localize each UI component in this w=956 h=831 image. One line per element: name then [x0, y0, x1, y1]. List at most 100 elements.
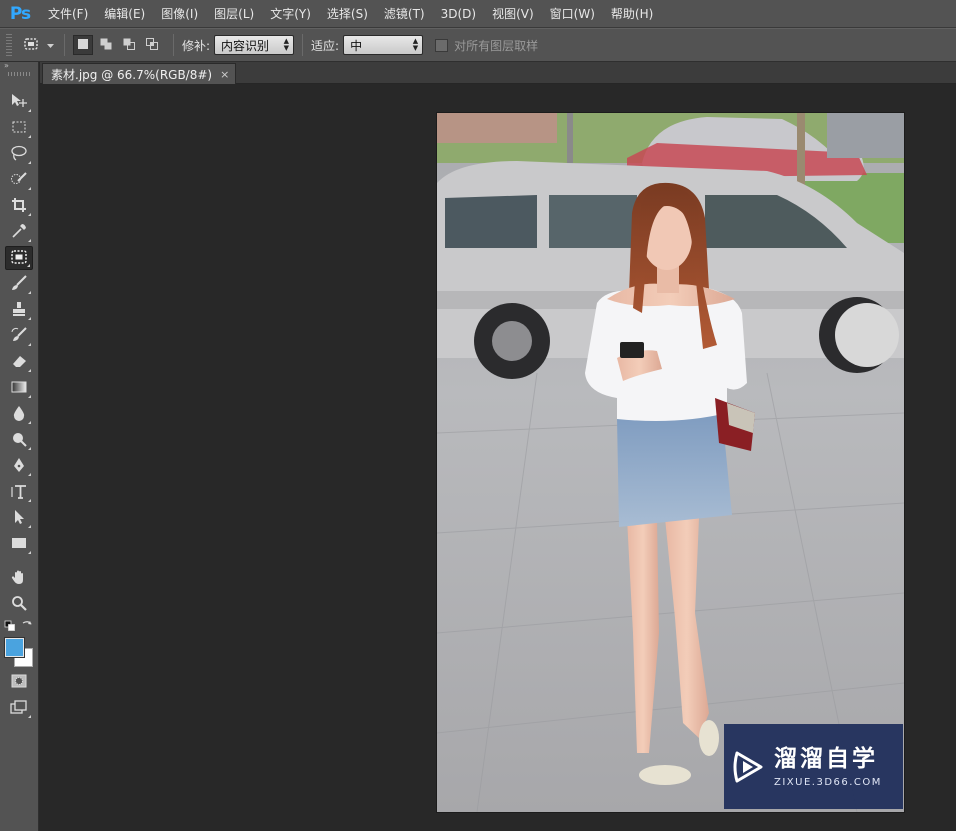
document-image[interactable] — [437, 113, 904, 812]
eraser-tool[interactable] — [5, 350, 33, 374]
path-selection-tool[interactable] — [5, 506, 33, 530]
zoom-tool-icon — [11, 595, 27, 614]
quick-mask-button[interactable] — [5, 670, 33, 694]
blur-tool-icon — [12, 405, 26, 424]
menu-select[interactable]: 选择(S) — [319, 0, 376, 28]
quick-mask-icon — [11, 674, 27, 691]
rectangle-tool-icon — [11, 536, 27, 553]
quick-selection-tool[interactable] — [5, 168, 33, 192]
brush-tool-icon — [11, 274, 27, 294]
pen-tool-icon — [11, 457, 27, 476]
patch-label: 修补: — [182, 38, 211, 53]
watermark-subtitle: ZIXUE.3D66.COM — [774, 777, 882, 788]
intersect-selection-icon — [145, 37, 159, 54]
divider — [302, 34, 304, 56]
gradient-tool-icon — [11, 380, 27, 397]
document-tab[interactable]: 素材.jpg @ 66.7%(RGB/8#) × — [42, 63, 237, 84]
options-bar: 修补: 内容识别 ▲ ▼ 适应: 中 ▲ ▼ 对所有图层取样 — [0, 28, 956, 62]
path-selection-tool-icon — [12, 509, 26, 528]
type-tool[interactable] — [5, 480, 33, 504]
eyedropper-tool-icon — [11, 223, 27, 242]
document-tab-bar: 素材.jpg @ 66.7%(RGB/8#) × — [40, 62, 956, 84]
photo-street-scene — [437, 113, 904, 812]
clone-stamp-tool[interactable] — [5, 298, 33, 322]
history-brush-tool[interactable] — [5, 324, 33, 348]
rectangle-tool[interactable] — [5, 532, 33, 556]
close-icon[interactable]: × — [220, 68, 229, 81]
patch-mode-select[interactable]: 内容识别 ▲ ▼ — [214, 35, 295, 55]
eraser-tool-icon — [11, 353, 27, 372]
hand-tool-icon — [11, 569, 27, 588]
watermark-text: 溜溜自学 ZIXUE.3D66.COM — [774, 745, 882, 788]
menu-image[interactable]: 图像(I) — [153, 0, 206, 28]
zoom-tool[interactable] — [5, 592, 33, 616]
lasso-tool[interactable] — [5, 142, 33, 166]
collapse-panel-button[interactable]: » — [0, 62, 38, 70]
swap-colors-icon[interactable] — [21, 619, 33, 631]
adapt-value: 中 — [350, 38, 363, 53]
brush-tool[interactable] — [5, 272, 33, 296]
watermark-title: 溜溜自学 — [774, 746, 878, 772]
type-tool-icon — [10, 483, 28, 502]
menu-bar: Ps 文件(F) 编辑(E) 图像(I) 图层(L) 文字(Y) 选择(S) 滤… — [0, 0, 956, 28]
menu-help[interactable]: 帮助(H) — [603, 0, 661, 28]
pen-tool[interactable] — [5, 454, 33, 478]
tool-preset-picker[interactable] — [20, 33, 56, 57]
patch-mode-value: 内容识别 — [221, 38, 270, 53]
menu-filter[interactable]: 滤镜(T) — [376, 0, 433, 28]
screen-mode-icon — [10, 699, 28, 717]
hand-tool[interactable] — [5, 566, 33, 590]
menu-window[interactable]: 窗口(W) — [542, 0, 603, 28]
dodge-tool-icon — [11, 431, 27, 450]
new-selection-button[interactable] — [73, 35, 93, 55]
play-logo-icon — [724, 724, 774, 809]
patch-tool-icon — [10, 249, 28, 268]
options-bar-grip[interactable] — [6, 34, 12, 56]
menu-file[interactable]: 文件(F) — [40, 0, 96, 28]
move-tool[interactable] — [5, 90, 33, 114]
patch-tool-icon — [22, 36, 40, 55]
select-arrows-icon: ▲ ▼ — [283, 37, 290, 52]
select-arrows-icon: ▲ ▼ — [412, 37, 419, 52]
patch-tool[interactable] — [5, 246, 33, 270]
watermark-badge: 溜溜自学 ZIXUE.3D66.COM — [724, 724, 903, 809]
document-tab-title: 素材.jpg @ 66.7%(RGB/8#) — [51, 67, 213, 82]
intersect-selection-button[interactable] — [142, 35, 162, 55]
foreground-color-swatch[interactable] — [5, 638, 24, 657]
menu-view[interactable]: 视图(V) — [484, 0, 542, 28]
menu-edit[interactable]: 编辑(E) — [96, 0, 153, 28]
menu-3d[interactable]: 3D(D) — [433, 0, 484, 28]
menu-layer[interactable]: 图层(L) — [206, 0, 262, 28]
subtract-from-selection-button[interactable] — [119, 35, 139, 55]
marquee-tool-icon — [11, 120, 27, 137]
crop-tool[interactable] — [5, 194, 33, 218]
lasso-tool-icon — [10, 145, 28, 164]
default-colors-icon[interactable] — [4, 620, 16, 632]
screen-mode-button[interactable] — [5, 696, 33, 720]
history-brush-tool-icon — [11, 326, 27, 346]
new-selection-icon — [77, 38, 89, 53]
move-tool-icon — [10, 93, 28, 112]
add-to-selection-icon — [99, 37, 113, 54]
blur-tool[interactable] — [5, 402, 33, 426]
tools-panel: » — [0, 62, 39, 831]
divider — [173, 34, 174, 56]
adapt-label: 适应: — [311, 38, 340, 53]
sample-all-layers-checkbox[interactable] — [435, 38, 449, 52]
add-to-selection-button[interactable] — [96, 35, 116, 55]
sample-all-layers-label: 对所有图层取样 — [454, 38, 539, 53]
menu-type[interactable]: 文字(Y) — [262, 0, 319, 28]
tools-panel-grip[interactable] — [8, 72, 30, 76]
eyedropper-tool[interactable] — [5, 220, 33, 244]
crop-tool-icon — [11, 197, 27, 216]
subtract-from-selection-icon — [122, 37, 136, 54]
divider — [64, 34, 65, 56]
chevron-down-icon — [47, 38, 54, 52]
marquee-tool[interactable] — [5, 116, 33, 140]
photoshop-logo: Ps — [9, 3, 31, 24]
gradient-tool[interactable] — [5, 376, 33, 400]
adapt-select[interactable]: 中 ▲ ▼ — [343, 35, 424, 55]
clone-stamp-tool-icon — [11, 301, 27, 320]
dodge-tool[interactable] — [5, 428, 33, 452]
quick-selection-tool-icon — [10, 171, 28, 190]
